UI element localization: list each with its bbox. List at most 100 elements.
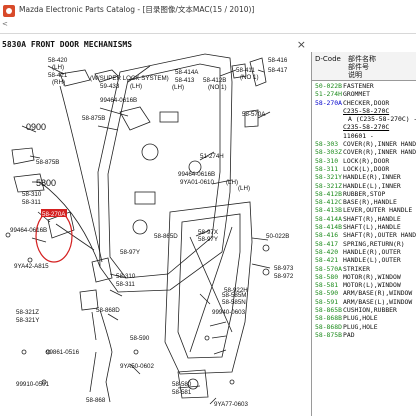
- column-header-part-name[interactable]: 部件名称 部件号 说明: [348, 55, 376, 79]
- part-name: COVER(R),INNER HANDLE: [343, 148, 416, 157]
- callout-label[interactable]: 58-417: [268, 67, 288, 74]
- callout-label[interactable]: 58-585N: [222, 299, 246, 306]
- callout-label[interactable]: 58-311: [116, 281, 135, 288]
- part-code: 58-413B: [315, 206, 342, 215]
- callout-label[interactable]: (RH): [52, 79, 65, 86]
- parts-list-row[interactable]: 110601 -: [312, 132, 416, 140]
- callout-label[interactable]: 58-413: [175, 77, 195, 84]
- back-arrow-icon[interactable]: <: [2, 20, 8, 28]
- callout-label[interactable]: 58-865D: [154, 233, 178, 240]
- parts-list-row[interactable]: 58-321Z HANDLE(L),INNER: [312, 182, 416, 190]
- callout-label[interactable]: 58-973: [274, 265, 294, 272]
- callout-label[interactable]: 58-310: [116, 273, 136, 280]
- callout-label[interactable]: 58-868: [86, 397, 106, 404]
- callout-label[interactable]: 5800: [36, 178, 56, 188]
- parts-list-row[interactable]: 58-421 HANDLE(L),OUTER: [312, 256, 416, 264]
- parts-list-row[interactable]: 58-303 COVER(R),INNER HANDLE: [312, 140, 416, 148]
- part-name: PLUG,HOLE: [343, 322, 378, 331]
- callout-label[interactable]: 58-972: [274, 273, 294, 280]
- parts-list-row[interactable]: 58-321Y HANDLE(R),INNER: [312, 173, 416, 181]
- parts-list-row[interactable]: 58-590 ARM/BASE(R),WINDOW: [312, 289, 416, 297]
- callout-label[interactable]: (NO 1): [240, 74, 259, 81]
- callout-label[interactable]: 50-022B: [266, 233, 289, 240]
- callout-label[interactable]: 58-868D: [96, 307, 120, 314]
- callout-label[interactable]: (LH): [172, 84, 184, 91]
- callout-label[interactable]: 58-321Z: [16, 309, 39, 316]
- callout-label[interactable]: (NO 1): [208, 84, 227, 91]
- callout-label[interactable]: 9YA42-A815: [14, 263, 49, 270]
- parts-list-row[interactable]: 58-414A SHAFT(R),HANDLE: [312, 215, 416, 223]
- part-code: 58-416: [315, 231, 339, 240]
- parts-list-row[interactable]: 58-303Z COVER(R),INNER HANDLE: [312, 148, 416, 156]
- callout-label[interactable]: 99861-0516: [46, 349, 80, 356]
- callout-label[interactable]: 99464-0616B: [178, 171, 215, 178]
- callout-label[interactable]: 58-580: [172, 381, 192, 388]
- callout-label[interactable]: 99464-0616B: [100, 97, 137, 104]
- callout-label[interactable]: 58-590: [130, 335, 150, 342]
- parts-list-row[interactable]: 58-417 SPRING,RETURN(R): [312, 240, 416, 248]
- callout-label[interactable]: 58-420: [48, 57, 68, 64]
- callout-label[interactable]: (LH): [238, 185, 250, 192]
- callout-label[interactable]: 58-97X: [198, 229, 218, 236]
- callout-label[interactable]: (LH): [130, 83, 142, 90]
- callout-label[interactable]: 58-411: [236, 67, 255, 74]
- parts-list-row[interactable]: 58-865B CUSHION,RUBBER: [312, 306, 416, 314]
- parts-list-row[interactable]: 58-875B PAD: [312, 331, 416, 339]
- callout-label[interactable]: (LH): [52, 64, 64, 71]
- callout-label[interactable]: 59-433: [100, 83, 120, 90]
- part-code: 58-590: [315, 289, 339, 298]
- callout-label[interactable]: 58-570A: [242, 111, 266, 118]
- callout-label[interactable]: 58-97Y: [198, 236, 218, 243]
- parts-list-row[interactable]: 58-414B SHAFT(L),HANDLE: [312, 223, 416, 231]
- parts-list-row[interactable]: A (C235-58-270C) - 110601: [312, 115, 416, 123]
- column-header-dcode[interactable]: D-Code: [315, 55, 341, 63]
- callout-label[interactable]: 9YA50-0602: [120, 363, 155, 370]
- parts-list-row[interactable]: C235-58-270C: [312, 123, 416, 131]
- callout-label[interactable]: 9YA77-0603: [214, 401, 249, 408]
- callout-label[interactable]: 58-585M: [222, 292, 246, 299]
- parts-list-row[interactable]: 58-591 ARM/BASE(L),WINDOW: [312, 298, 416, 306]
- callout-label[interactable]: 58-581: [172, 389, 192, 396]
- callout-label[interactable]: 58-875B: [36, 159, 59, 166]
- callout-label[interactable]: 58-97Y: [120, 249, 140, 256]
- parts-list-row[interactable]: 50-022B FASTENER: [312, 82, 416, 90]
- parts-list-row[interactable]: C235-58-270C: [312, 107, 416, 115]
- callout-label[interactable]: 0900: [26, 122, 46, 132]
- callout-label-selected[interactable]: 58-270A: [42, 211, 66, 218]
- parts-diagram[interactable]: 58-420 (LH) 58-421 (RH) (W/SUPER LOCK SY…: [0, 52, 310, 416]
- close-icon[interactable]: ×: [297, 39, 306, 50]
- parts-list-row[interactable]: 58-416 SHAFT(R),OUTER HANDLE: [312, 231, 416, 239]
- callout-label[interactable]: 99464-0616B: [10, 227, 47, 234]
- part-code: 58-321Y: [315, 173, 342, 182]
- parts-list-row[interactable]: 58-580 MOTOR(R),WINDOW: [312, 273, 416, 281]
- callout-label[interactable]: (LH): [226, 179, 238, 186]
- callout-label[interactable]: 99910-0501: [16, 381, 50, 388]
- parts-list-row[interactable]: 58-311 LOCK(L),DOOR: [312, 165, 416, 173]
- parts-list-row[interactable]: 58-270A CHECKER,DOOR: [312, 99, 416, 107]
- callout-label[interactable]: 58-416: [268, 57, 288, 64]
- parts-list-row[interactable]: 58-868B PLUG,HOLE: [312, 314, 416, 322]
- parts-list-row[interactable]: 58-413B LEVER,OUTER HANDLE: [312, 206, 416, 214]
- part-name: MOTOR(R),WINDOW: [343, 272, 401, 281]
- parts-list-row[interactable]: 58-581 MOTOR(L),WINDOW: [312, 281, 416, 289]
- part-name: 110601 -: [343, 131, 374, 140]
- parts-list-row[interactable]: 58-412C BASE(R),HANDLE: [312, 198, 416, 206]
- parts-list-row[interactable]: 58-420 HANDLE(R),OUTER: [312, 248, 416, 256]
- parts-list-row[interactable]: 58-570A STRIKER: [312, 265, 416, 273]
- callout-label[interactable]: (W/SUPER LOCK SYSTEM): [90, 75, 169, 82]
- part-name: COVER(R),INNER HANDLE: [343, 140, 416, 149]
- callout-label[interactable]: 58-321Y: [16, 317, 39, 324]
- callout-label[interactable]: 51-274H: [200, 153, 224, 160]
- parts-list-row[interactable]: 51-274H GROMMET: [312, 90, 416, 98]
- parts-list-row[interactable]: 58-310 LOCK(R),DOOR: [312, 157, 416, 165]
- callout-label[interactable]: 58-310: [22, 191, 42, 198]
- callout-label[interactable]: 9YA01-0610: [180, 179, 215, 186]
- parts-list-row[interactable]: 58-412B RUBBER,STOP: [312, 190, 416, 198]
- callout-label[interactable]: 99940-0603: [212, 309, 246, 316]
- callout-label[interactable]: 58-311: [22, 199, 41, 206]
- parts-list-row[interactable]: 58-868D PLUG,HOLE: [312, 323, 416, 331]
- callout-label[interactable]: 58-412B: [203, 77, 226, 84]
- callout-label[interactable]: 58-875B: [82, 115, 105, 122]
- callout-label[interactable]: 58-421: [48, 72, 68, 79]
- callout-label[interactable]: 58-414A: [175, 69, 199, 76]
